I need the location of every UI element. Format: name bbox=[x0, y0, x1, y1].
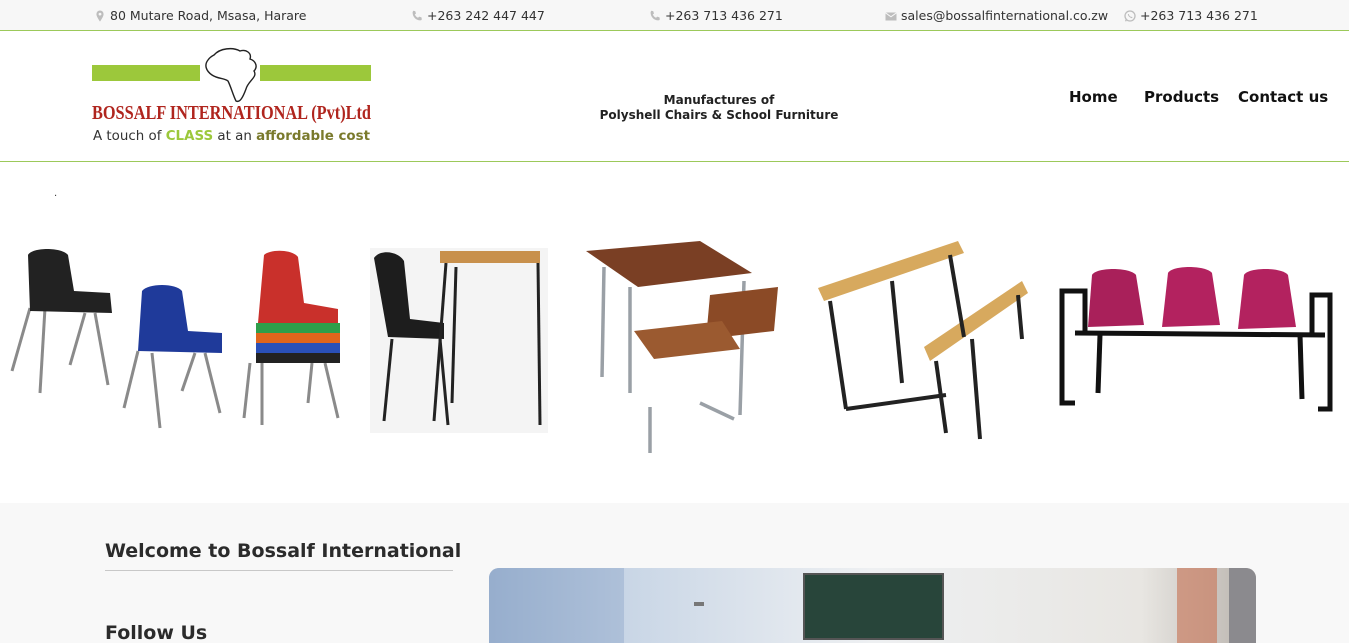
classroom-image bbox=[489, 568, 1256, 643]
furniture-product-image bbox=[10, 241, 1333, 453]
email-item[interactable]: sales@bossalfinternational.co.zw bbox=[884, 8, 1108, 23]
landline-item[interactable]: +263 242 447 447 bbox=[410, 8, 545, 23]
product-showcase-banner: . bbox=[0, 163, 1349, 503]
header-tagline: Manufactures of Polyshell Chairs & Schoo… bbox=[560, 93, 878, 123]
phone-icon bbox=[410, 9, 424, 23]
heading-divider bbox=[105, 570, 453, 571]
mobile-item[interactable]: +263 713 436 271 bbox=[648, 8, 783, 23]
nav-contact-us[interactable]: Contact us bbox=[1238, 88, 1328, 106]
tagline-line-2: Polyshell Chairs & School Furniture bbox=[599, 108, 839, 122]
nav-home[interactable]: Home bbox=[1069, 88, 1118, 106]
logo-slogan: A touch of CLASS at an affordable cost bbox=[93, 128, 371, 144]
company-logo[interactable]: BOSSALF INTERNATIONAL (Pvt)Ltd A touch o… bbox=[90, 45, 375, 145]
site-header: BOSSALF INTERNATIONAL (Pvt)Ltd A touch o… bbox=[0, 31, 1349, 162]
mobile-text: +263 713 436 271 bbox=[665, 8, 783, 23]
envelope-icon bbox=[884, 9, 898, 23]
follow-us-heading: Follow Us bbox=[105, 622, 208, 643]
logo-company-name: BOSSALF INTERNATIONAL (Pvt)Ltd bbox=[92, 103, 371, 124]
nav-products[interactable]: Products bbox=[1144, 88, 1219, 106]
black-polyshell-chair bbox=[10, 307, 110, 394]
phone-icon bbox=[648, 9, 662, 23]
whatsapp-item[interactable]: +263 713 436 271 bbox=[1123, 8, 1258, 23]
classroom-photo bbox=[489, 568, 1256, 643]
content-section: Welcome to Bossalf International Follow … bbox=[0, 503, 1349, 643]
logo-graphic: BOSSALF INTERNATIONAL (Pvt)Ltd A touch o… bbox=[92, 47, 371, 144]
tagline-line-1: Manufactures of bbox=[663, 93, 775, 107]
whatsapp-icon bbox=[1123, 9, 1137, 23]
welcome-heading: Welcome to Bossalf International bbox=[105, 540, 462, 562]
top-contact-bar: 80 Mutare Road, Msasa, Harare +263 242 4… bbox=[0, 0, 1349, 31]
address-item: 80 Mutare Road, Msasa, Harare bbox=[93, 8, 306, 23]
email-text: sales@bossalfinternational.co.zw bbox=[901, 8, 1109, 23]
landline-text: +263 242 447 447 bbox=[427, 8, 545, 23]
whatsapp-text: +263 713 436 271 bbox=[1140, 8, 1258, 23]
map-pin-icon bbox=[93, 9, 107, 23]
address-text: 80 Mutare Road, Msasa, Harare bbox=[110, 8, 307, 23]
